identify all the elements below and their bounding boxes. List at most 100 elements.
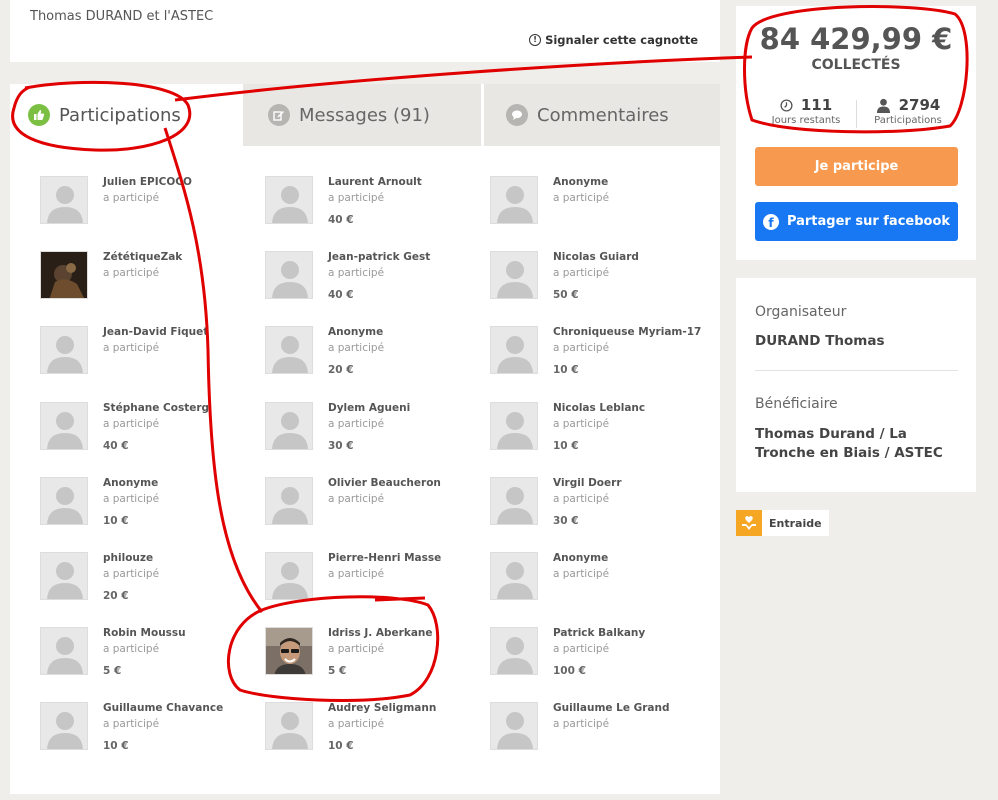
participant-status: a participé bbox=[103, 418, 160, 430]
tab-label: Messages (91) bbox=[299, 104, 430, 126]
default-avatar-icon bbox=[490, 176, 538, 224]
stat-divider bbox=[856, 100, 857, 128]
participant-item: Anonyme a participé bbox=[490, 176, 690, 236]
participant-amount: 10 € bbox=[553, 364, 579, 376]
participant-item: Patrick Balkany a participé 100 € bbox=[490, 627, 690, 687]
participant-status: a participé bbox=[103, 493, 160, 505]
clock-icon bbox=[780, 98, 793, 112]
days-remaining-stat: 111 Jours restants bbox=[761, 96, 851, 126]
avatar bbox=[40, 251, 88, 299]
participant-item: Jean-David Fiquet a participé bbox=[40, 326, 240, 386]
default-avatar-icon bbox=[490, 552, 538, 600]
participant-name: Jean-patrick Gest bbox=[328, 251, 431, 263]
participant-name: Patrick Balkany bbox=[553, 627, 646, 639]
share-facebook-button[interactable]: f Partager sur facebook bbox=[755, 202, 958, 241]
person-icon bbox=[876, 98, 890, 113]
divider bbox=[755, 370, 958, 371]
participant-status: a participé bbox=[103, 718, 160, 730]
participant-status: a participé bbox=[328, 267, 385, 279]
participant-amount: 10 € bbox=[553, 440, 579, 452]
default-avatar-icon bbox=[40, 402, 88, 450]
campaign-title: Thomas DURAND et l'ASTEC bbox=[30, 9, 214, 24]
participant-name: Pierre-Henri Masse bbox=[328, 552, 442, 564]
participants-stat: 2794 Participations bbox=[863, 96, 953, 126]
participant-status: a participé bbox=[553, 493, 610, 505]
tab-bar: Participations Messages (91) Commentaire… bbox=[10, 84, 720, 146]
days-label: Jours restants bbox=[771, 115, 841, 126]
days-value: 111 bbox=[800, 96, 833, 114]
info-icon: ! bbox=[529, 34, 542, 46]
default-avatar-icon bbox=[265, 702, 313, 750]
participant-status: a participé bbox=[328, 493, 385, 505]
default-avatar-icon bbox=[490, 477, 538, 525]
default-avatar-icon bbox=[265, 251, 313, 299]
default-avatar-icon bbox=[40, 477, 88, 525]
participant-amount: 10 € bbox=[103, 515, 129, 527]
participant-item: Guillaume Le Grand a participé bbox=[490, 702, 690, 762]
participant-name: Idriss J. Aberkane bbox=[328, 627, 433, 639]
participant-amount: 40 € bbox=[328, 214, 354, 226]
participant-amount: 40 € bbox=[328, 289, 354, 301]
participant-status: a participé bbox=[553, 418, 610, 430]
tab-messages[interactable]: Messages (91) bbox=[243, 84, 481, 146]
participant-name: Nicolas Leblanc bbox=[553, 402, 646, 414]
participant-item: Chroniqueuse Myriam-17 a participé 10 € bbox=[490, 326, 701, 386]
participants-value: 2794 bbox=[898, 96, 941, 114]
participant-item: Nicolas Guiard a participé 50 € bbox=[490, 251, 690, 311]
participant-name: ZététiqueZak bbox=[103, 251, 183, 263]
participant-status: a participé bbox=[328, 718, 385, 730]
participant-name: Robin Moussu bbox=[103, 627, 186, 639]
facebook-icon: f bbox=[762, 213, 779, 230]
category-tag[interactable]: Entraide bbox=[736, 510, 829, 536]
participant-item: Audrey Seligmann a participé 10 € bbox=[265, 702, 465, 762]
default-avatar-icon bbox=[490, 251, 538, 299]
campaign-header: Thomas DURAND et l'ASTEC ! Signaler cett… bbox=[10, 0, 720, 62]
report-campaign-link[interactable]: ! Signaler cette cagnotte bbox=[529, 33, 698, 47]
participant-name: Anonyme bbox=[103, 477, 159, 489]
beneficiary-name: Thomas Durand / La Tronche en Biais / AS… bbox=[755, 426, 943, 461]
participant-name: philouze bbox=[103, 552, 154, 564]
tab-participations[interactable]: Participations bbox=[10, 84, 241, 146]
participant-status: a participé bbox=[553, 643, 610, 655]
participant-status: a participé bbox=[103, 643, 160, 655]
participant-name: Laurent Arnoult bbox=[328, 176, 422, 188]
default-avatar-icon bbox=[490, 326, 538, 374]
participant-status: a participé bbox=[553, 568, 610, 580]
participant-status: a participé bbox=[103, 192, 160, 204]
participations-panel: Participations Messages (91) Commentaire… bbox=[10, 84, 720, 794]
participant-name: Stéphane Costerg bbox=[103, 402, 210, 414]
participant-item: Laurent Arnoult a participé 40 € bbox=[265, 176, 465, 236]
participant-item: Idriss J. Aberkane a participé 5 € bbox=[265, 627, 465, 687]
participant-amount: 30 € bbox=[553, 515, 579, 527]
tab-comments[interactable]: Commentaires bbox=[484, 84, 720, 146]
participant-amount: 5 € bbox=[328, 665, 347, 677]
participant-status: a participé bbox=[328, 192, 385, 204]
participant-name: Julien EPICOCO bbox=[103, 176, 192, 188]
participant-item: Guillaume Chavance a participé 10 € bbox=[40, 702, 240, 762]
participant-amount: 5 € bbox=[103, 665, 122, 677]
participant-name: Virgil Doerr bbox=[553, 477, 622, 489]
participant-status: a participé bbox=[328, 418, 385, 430]
participant-name: Olivier Beaucheron bbox=[328, 477, 441, 489]
participant-status: a participé bbox=[103, 342, 160, 354]
participant-item: Olivier Beaucheron a participé bbox=[265, 477, 465, 537]
participant-item: Dylem Agueni a participé 30 € bbox=[265, 402, 465, 462]
participant-status: a participé bbox=[103, 568, 160, 580]
organizer-name[interactable]: DURAND Thomas bbox=[755, 332, 960, 351]
collected-amount: 84 429,99 € bbox=[759, 22, 953, 56]
helping-hands-icon bbox=[736, 510, 762, 536]
funding-summary: 84 429,99 € COLLECTÉS 111 Jours restants… bbox=[736, 6, 976, 260]
organizer-panel: Organisateur DURAND Thomas Bénéficiaire … bbox=[736, 278, 976, 492]
participant-name: Jean-David Fiquet bbox=[103, 326, 209, 338]
participant-item: Julien EPICOCO a participé bbox=[40, 176, 240, 236]
participant-item: Robin Moussu a participé 5 € bbox=[40, 627, 240, 687]
default-avatar-icon bbox=[40, 702, 88, 750]
thumbs-up-icon bbox=[28, 104, 50, 126]
participant-amount: 20 € bbox=[328, 364, 354, 376]
participant-name: Anonyme bbox=[328, 326, 384, 338]
share-facebook-label: Partager sur facebook bbox=[786, 214, 951, 229]
participant-name: Chroniqueuse Myriam-17 bbox=[553, 326, 702, 338]
participant-item: Anonyme a participé 10 € bbox=[40, 477, 240, 537]
participant-amount: 10 € bbox=[103, 740, 129, 752]
participate-button[interactable]: Je participe bbox=[755, 147, 958, 186]
